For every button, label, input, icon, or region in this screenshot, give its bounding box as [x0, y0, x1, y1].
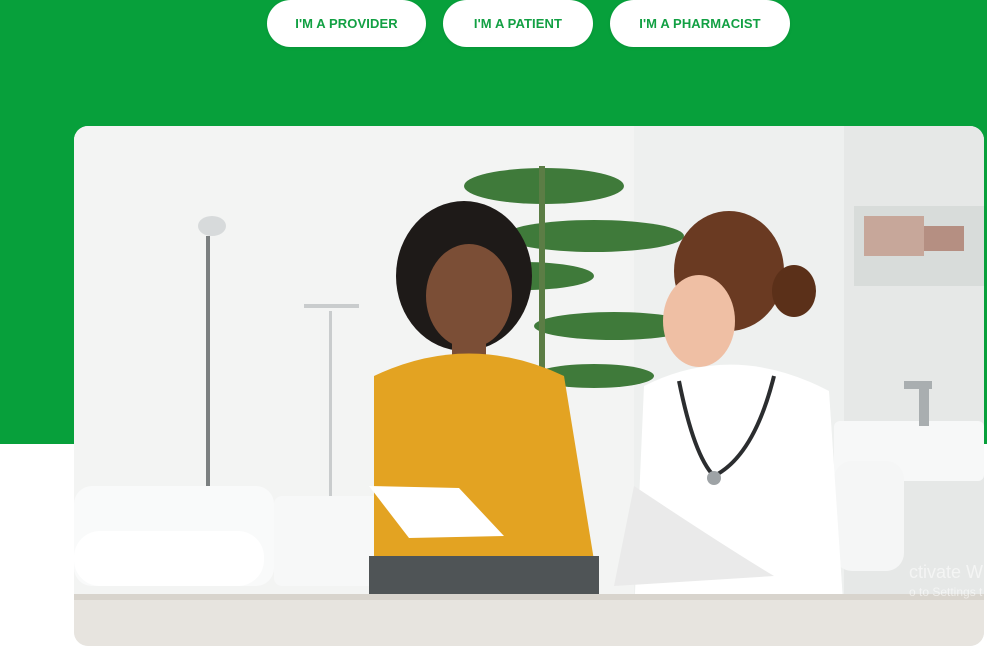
patient-button[interactable]: I'M A PATIENT [443, 0, 593, 47]
hero-image [74, 126, 984, 646]
consultation-photo [74, 126, 984, 646]
pharmacist-button[interactable]: I'M A PHARMACIST [610, 0, 790, 47]
watermark-line-2: o to Settings t [908, 585, 983, 599]
watermark-line-1: ctivate Wi [908, 562, 987, 582]
provider-button[interactable]: I'M A PROVIDER [267, 0, 426, 47]
activation-watermark: ctivate Wi o to Settings t [909, 562, 987, 599]
